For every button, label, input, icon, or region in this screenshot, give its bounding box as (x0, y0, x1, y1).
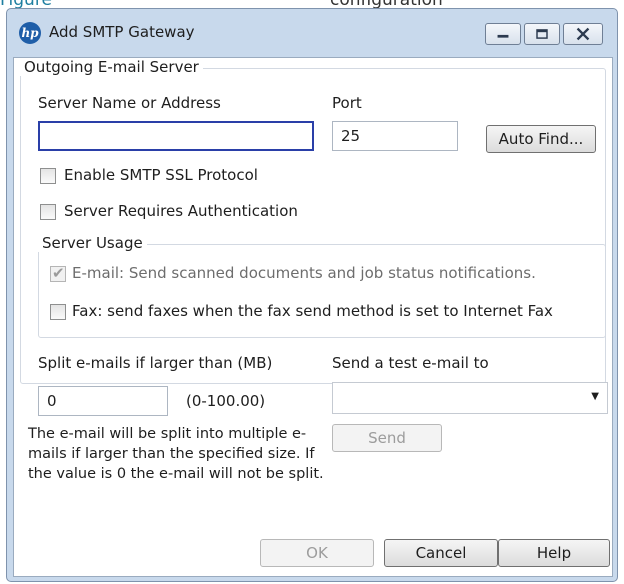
authentication-checkbox[interactable] (40, 204, 56, 220)
fax-usage-checkbox[interactable] (50, 304, 66, 320)
email-usage-checkbox[interactable]: ✔ (50, 264, 66, 282)
close-icon (576, 27, 590, 41)
maximize-button[interactable] (524, 23, 560, 45)
send-test-button[interactable]: Send (332, 424, 442, 452)
outgoing-server-legend: Outgoing E-mail Server (20, 58, 203, 76)
header-fragment-right: configuration (330, 0, 443, 8)
split-label: Split e-mails if larger than (MB) (38, 354, 273, 372)
server-usage-group (38, 244, 606, 338)
test-email-select[interactable]: ▼ (332, 382, 608, 414)
dialog-footer: OK Cancel Help (14, 536, 612, 576)
add-smtp-gateway-dialog: hp Add SMTP Gateway Outgoing E-mail Serv… (6, 8, 618, 582)
email-usage-label: E-mail: Send scanned documents and job s… (72, 264, 536, 282)
dialog-body: Outgoing E-mail Server Server Name or Ad… (13, 57, 613, 577)
maximize-icon (536, 29, 548, 39)
split-range-label: (0-100.00) (186, 392, 266, 410)
cancel-button[interactable]: Cancel (384, 539, 498, 567)
test-email-label: Send a test e-mail to (332, 354, 489, 372)
dropdown-arrow-icon: ▼ (591, 391, 599, 402)
server-name-label: Server Name or Address (38, 94, 221, 112)
ok-button[interactable]: OK (260, 539, 374, 567)
auto-find-button[interactable]: Auto Find... (486, 125, 596, 153)
authentication-label: Server Requires Authentication (64, 202, 298, 220)
server-usage-legend: Server Usage (38, 234, 147, 252)
split-size-input[interactable] (38, 386, 168, 416)
minimize-button[interactable] (485, 23, 521, 45)
fax-usage-label: Fax: send faxes when the fax send method… (72, 302, 553, 320)
header-fragment-left: Figure (0, 0, 52, 8)
split-help-text: The e-mail will be split into multiple e… (28, 426, 324, 482)
dialog-title: Add SMTP Gateway (49, 23, 195, 41)
help-button[interactable]: Help (498, 539, 610, 567)
document-header-fragment: Figure configuration (0, 0, 624, 8)
minimize-icon (497, 34, 509, 38)
server-name-input[interactable] (38, 121, 314, 151)
hp-logo-icon: hp (19, 22, 41, 44)
close-button[interactable] (563, 23, 603, 45)
checkmark-icon: ✔ (52, 264, 65, 282)
port-input[interactable] (332, 121, 458, 151)
ssl-checkbox[interactable] (40, 168, 56, 184)
ssl-label: Enable SMTP SSL Protocol (64, 166, 258, 184)
port-label: Port (332, 94, 362, 112)
title-bar[interactable]: hp Add SMTP Gateway (7, 9, 617, 57)
